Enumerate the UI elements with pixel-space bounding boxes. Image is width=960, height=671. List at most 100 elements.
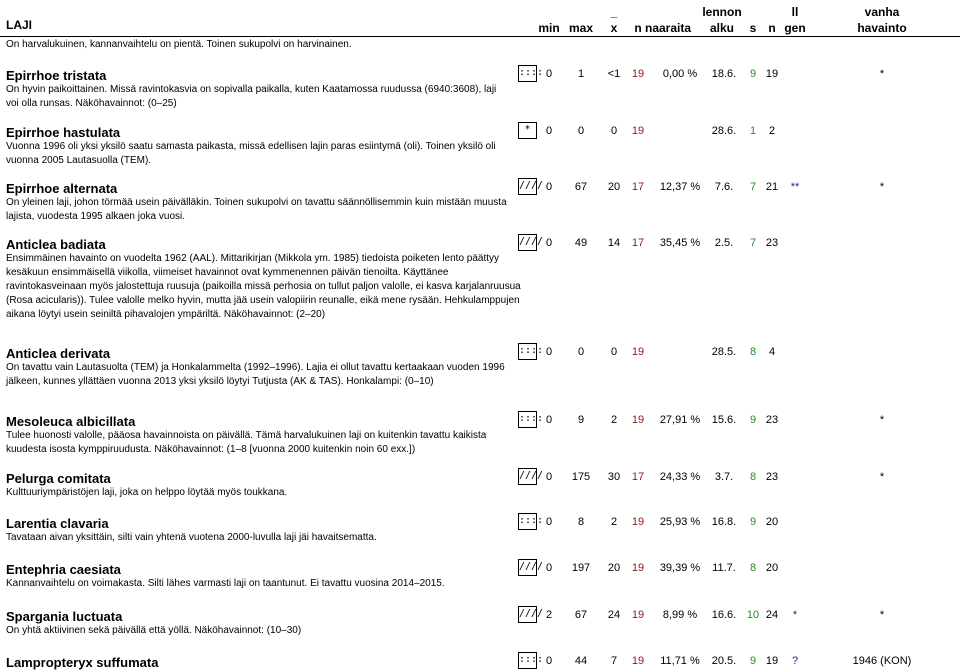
value-n2: 23 [765, 237, 779, 249]
abundance-symbol: //// [518, 234, 543, 251]
col-min: min [538, 21, 560, 35]
value-vanha: * [879, 609, 885, 621]
value-n: 19 [631, 346, 645, 358]
value-n: 17 [631, 471, 645, 483]
col-laji: LAJI [6, 18, 33, 32]
value-alku: 3.7. [714, 471, 734, 483]
col-x: x [610, 21, 618, 35]
value-max: 49 [574, 237, 588, 249]
abundance-symbol: :::: [518, 343, 543, 360]
value-gen: ? [791, 655, 799, 667]
value-vanha: 1946 (KON) [852, 655, 912, 667]
species-name: Pelurga comitata [6, 471, 111, 486]
species-name: Spargania luctuata [6, 609, 123, 624]
value-x: <1 [607, 68, 621, 80]
col-x-bar: _ [610, 5, 618, 19]
value-s: 7 [749, 181, 757, 193]
col-lennon: lennon [702, 5, 742, 19]
value-alku: 16.8. [711, 516, 737, 528]
value-s: 9 [749, 68, 757, 80]
value-max: 8 [577, 516, 585, 528]
value-min: 0 [545, 125, 553, 137]
value-s: 1 [749, 125, 757, 137]
species-description: Tulee huonosti valolle, pääosa havainnoi… [6, 430, 487, 455]
col-n2: n [768, 21, 776, 35]
value-min: 0 [545, 516, 553, 528]
value-max: 1 [577, 68, 585, 80]
species-name: Epirrhoe alternata [6, 181, 118, 196]
value-s: 8 [749, 562, 757, 574]
value-min: 0 [545, 655, 553, 667]
value-n: 19 [631, 655, 645, 667]
value-alku: 20.5. [711, 655, 737, 667]
value-gen: * [792, 609, 798, 621]
value-n: 19 [631, 516, 645, 528]
value-n: 19 [631, 562, 645, 574]
value-naaraita: 8,99 % [662, 609, 698, 621]
value-max: 67 [574, 609, 588, 621]
value-min: 0 [545, 562, 553, 574]
value-max: 44 [574, 655, 588, 667]
col-max: max [568, 21, 594, 35]
value-vanha: * [879, 471, 885, 483]
species-name: Anticlea badiata [6, 237, 106, 252]
value-n2: 4 [768, 346, 776, 358]
abundance-symbol: //// [518, 606, 543, 623]
species-description: Kulttuuriympäristöjen laji, joka on help… [6, 487, 288, 498]
col-naaraita: naaraita [644, 21, 692, 35]
species-name: Epirrhoe tristata [6, 68, 107, 83]
value-naaraita: 35,45 % [659, 237, 701, 249]
value-x: 24 [607, 609, 621, 621]
value-alku: 28.6. [711, 125, 737, 137]
species-name: Lampropteryx suffumata [6, 655, 159, 670]
value-naaraita: 39,39 % [659, 562, 701, 574]
value-x: 20 [607, 181, 621, 193]
species-name: Larentia clavaria [6, 516, 109, 531]
species-name: Entephria caesiata [6, 562, 121, 577]
value-n2: 23 [765, 471, 779, 483]
abundance-symbol: :::: [518, 513, 543, 530]
species-description: On tavattu vain Lautasuolta (TEM) ja Hon… [6, 362, 505, 387]
value-n2: 21 [765, 181, 779, 193]
value-naaraita: 0,00 % [662, 68, 698, 80]
abundance-symbol: * [518, 122, 537, 139]
value-min: 0 [545, 237, 553, 249]
value-n2: 20 [765, 516, 779, 528]
value-min: 2 [545, 609, 553, 621]
value-alku: 7.6. [714, 181, 734, 193]
value-vanha: * [879, 414, 885, 426]
species-description: Vuonna 1996 oli yksi yksilö saatu samast… [6, 141, 496, 166]
value-max: 67 [574, 181, 588, 193]
value-s: 8 [749, 346, 757, 358]
value-x: 0 [610, 346, 618, 358]
value-n: 17 [631, 181, 645, 193]
value-min: 0 [545, 346, 553, 358]
value-alku: 18.6. [711, 68, 737, 80]
col-n: n [634, 21, 642, 35]
abundance-symbol: :::: [518, 652, 543, 669]
value-vanha: * [879, 68, 885, 80]
value-max: 197 [571, 562, 591, 574]
value-x: 7 [610, 655, 618, 667]
value-n: 19 [631, 414, 645, 426]
value-min: 0 [545, 68, 553, 80]
value-gen: ** [790, 181, 800, 193]
value-n: 17 [631, 237, 645, 249]
abundance-symbol: //// [518, 468, 543, 485]
value-naaraita: 24,33 % [659, 471, 701, 483]
value-vanha: * [879, 181, 885, 193]
value-n2: 19 [765, 655, 779, 667]
abundance-symbol: :::: [518, 65, 543, 82]
value-n2: 20 [765, 562, 779, 574]
species-description: Ensimmäinen havainto on vuodelta 1962 (A… [6, 253, 521, 320]
value-naaraita: 27,91 % [659, 414, 701, 426]
species-description: On yleinen laji, johon törmää usein päiv… [6, 197, 507, 222]
value-x: 30 [607, 471, 621, 483]
col-havainto: havainto [857, 21, 907, 35]
value-alku: 11.7. [712, 562, 736, 574]
value-n2: 2 [768, 125, 776, 137]
species-description: On hyvin paikoittainen. Missä ravintokas… [6, 84, 497, 109]
value-max: 0 [577, 346, 585, 358]
value-max: 0 [577, 125, 585, 137]
value-n2: 19 [765, 68, 779, 80]
